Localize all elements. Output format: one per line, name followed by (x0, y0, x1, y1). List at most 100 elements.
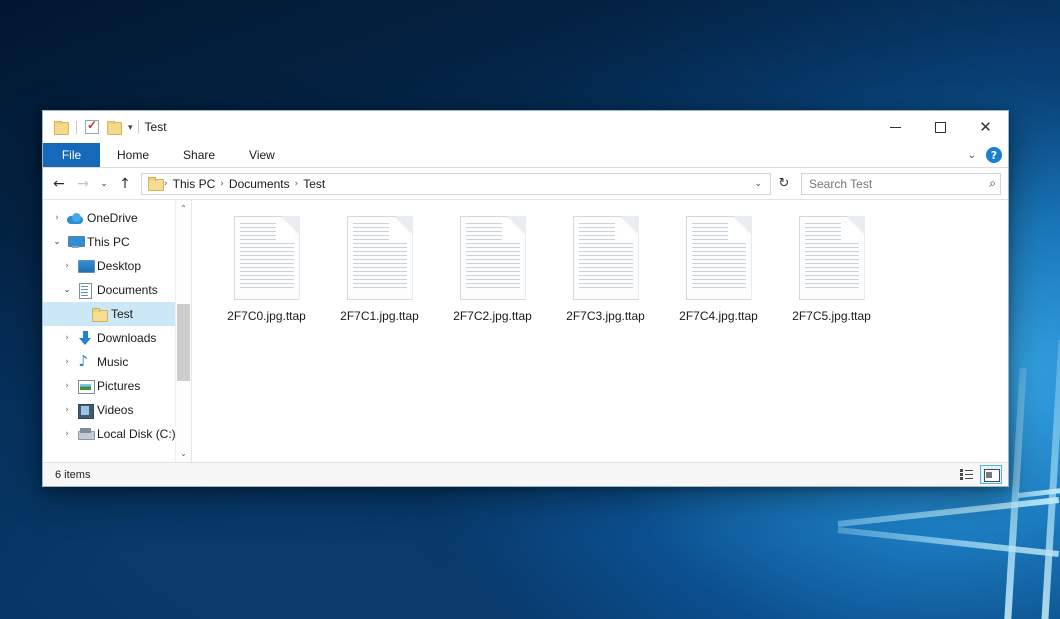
quick-access-toolbar: ▾ (43, 111, 136, 143)
tab-file[interactable]: File (43, 143, 100, 167)
chevron-right-icon[interactable]: › (59, 357, 75, 367)
recent-locations-button[interactable]: ⌄ (95, 172, 113, 196)
sidebar-item-this-pc[interactable]: ⌄ This PC (43, 230, 191, 254)
sidebar-item-music[interactable]: › ♪ Music (43, 350, 191, 374)
sidebar-item-documents[interactable]: ⌄ Documents (43, 278, 191, 302)
list-item[interactable]: 2F7C2.jpg.ttap (436, 214, 549, 342)
sidebar-item-test[interactable]: Test (43, 302, 191, 326)
chevron-down-icon[interactable]: ⌄ (49, 237, 65, 247)
sidebar-item-label: Music (95, 355, 128, 369)
file-name-label: 2F7C1.jpg.ttap (340, 309, 419, 323)
documents-icon (75, 283, 95, 297)
scroll-down-icon[interactable]: ⌄ (176, 445, 191, 462)
chevron-right-icon[interactable]: › (59, 429, 75, 439)
close-icon: ✕ (979, 120, 992, 135)
breadcrumb-folder-icon[interactable] (148, 177, 163, 190)
pictures-icon (75, 380, 95, 392)
address-bar-row: ← → ⌄ ↑ › This PC › Documents › Test ⌄ ↻… (43, 168, 1008, 199)
scrollbar-track[interactable] (176, 217, 191, 445)
sidebar-item-onedrive[interactable]: › OneDrive (43, 206, 191, 230)
list-item[interactable]: 2F7C5.jpg.ttap (775, 214, 888, 342)
search-icon[interactable]: ⌕ (989, 176, 996, 191)
list-item[interactable]: 2F7C3.jpg.ttap (549, 214, 662, 342)
sidebar-item-local-disk[interactable]: › Local Disk (C:) (43, 422, 191, 446)
tab-home[interactable]: Home (100, 143, 166, 167)
maximize-button[interactable] (918, 111, 963, 143)
sidebar-item-label: This PC (85, 235, 130, 249)
help-icon[interactable]: ? (986, 147, 1002, 163)
generic-document-icon (234, 216, 300, 300)
list-item[interactable]: 2F7C4.jpg.ttap (662, 214, 775, 342)
sidebar-item-label: Test (109, 307, 133, 321)
scrollbar-thumb[interactable] (177, 304, 190, 382)
generic-document-icon (460, 216, 526, 300)
generic-document-icon (573, 216, 639, 300)
chevron-right-icon[interactable]: › (59, 405, 75, 415)
folder-icon (89, 308, 109, 321)
breadcrumb: › This PC › Documents › Test (146, 177, 748, 191)
address-dropdown-icon[interactable]: ⌄ (748, 178, 768, 189)
chevron-right-icon[interactable]: › (59, 333, 75, 343)
title-bar[interactable]: ▾ Test ✕ (43, 111, 1008, 143)
list-item[interactable]: 2F7C0.jpg.ttap (210, 214, 323, 342)
minimize-button[interactable] (873, 111, 918, 143)
sidebar-item-label: Downloads (95, 331, 156, 345)
forward-button[interactable]: → (71, 172, 95, 196)
list-item[interactable]: 2F7C1.jpg.ttap (323, 214, 436, 342)
scroll-up-icon[interactable]: ⌃ (176, 200, 191, 217)
sidebar-item-label: Desktop (95, 259, 141, 273)
window-menu-icon[interactable] (50, 116, 72, 138)
file-name-label: 2F7C2.jpg.ttap (453, 309, 532, 323)
breadcrumb-item-this-pc[interactable]: This PC (169, 177, 220, 191)
details-view-button[interactable] (955, 465, 977, 484)
generic-document-icon (686, 216, 752, 300)
ribbon-tab-bar: File Home Share View ⌄ ? (43, 143, 1008, 168)
breadcrumb-item-test[interactable]: Test (299, 177, 329, 191)
search-input[interactable]: Search Test (809, 177, 989, 191)
back-button[interactable]: ← (47, 172, 71, 196)
title-divider (138, 120, 139, 134)
tab-share[interactable]: Share (166, 143, 232, 167)
videos-icon (75, 404, 95, 417)
sidebar-item-downloads[interactable]: › Downloads (43, 326, 191, 350)
chevron-down-icon[interactable]: ⌄ (59, 285, 75, 295)
window-body: › OneDrive ⌄ This PC › Desktop ⌄ (43, 199, 1008, 462)
address-bar[interactable]: › This PC › Documents › Test ⌄ (141, 173, 771, 195)
properties-icon[interactable] (81, 116, 103, 138)
chevron-right-icon[interactable]: › (59, 261, 75, 271)
tab-view[interactable]: View (232, 143, 292, 167)
sidebar-item-label: Videos (95, 403, 133, 417)
chevron-down-icon[interactable]: ⌄ (960, 150, 984, 161)
downloads-icon (75, 331, 95, 345)
breadcrumb-item-documents[interactable]: Documents (225, 177, 294, 191)
window-title: Test (145, 120, 167, 134)
sidebar-item-desktop[interactable]: › Desktop (43, 254, 191, 278)
file-name-label: 2F7C0.jpg.ttap (227, 309, 306, 323)
window-controls: ✕ (873, 111, 1008, 143)
desktop-icon (75, 260, 95, 272)
refresh-icon[interactable]: ↻ (773, 173, 795, 195)
chevron-right-icon[interactable]: › (49, 213, 65, 223)
view-mode-buttons (955, 465, 1002, 484)
navigation-scrollbar[interactable]: ⌃ ⌄ (175, 200, 191, 462)
new-folder-icon[interactable] (103, 116, 125, 138)
search-box[interactable]: Search Test ⌕ (801, 173, 1001, 195)
up-button[interactable]: ↑ (113, 172, 137, 196)
status-bar: 6 items (43, 462, 1008, 486)
file-list-view[interactable]: 2F7C0.jpg.ttap 2F7C1.jpg.ttap 2F7C2.jpg.… (192, 200, 1008, 462)
qat-divider (76, 121, 77, 134)
sidebar-item-videos[interactable]: › Videos (43, 398, 191, 422)
file-name-label: 2F7C4.jpg.ttap (679, 309, 758, 323)
sidebar-item-pictures[interactable]: › Pictures (43, 374, 191, 398)
chevron-right-icon[interactable]: › (59, 381, 75, 391)
customize-qat-caret-icon[interactable]: ▾ (125, 123, 136, 132)
ribbon-right-controls: ⌄ ? (960, 143, 1008, 167)
sidebar-item-label: Local Disk (C:) (95, 427, 176, 441)
large-icons-view-icon (984, 469, 998, 480)
maximize-icon (935, 122, 946, 133)
sidebar-item-label: OneDrive (85, 211, 138, 225)
generic-document-icon (799, 216, 865, 300)
large-icons-view-button[interactable] (980, 465, 1002, 484)
close-button[interactable]: ✕ (963, 111, 1008, 143)
sidebar-item-label: Pictures (95, 379, 140, 393)
